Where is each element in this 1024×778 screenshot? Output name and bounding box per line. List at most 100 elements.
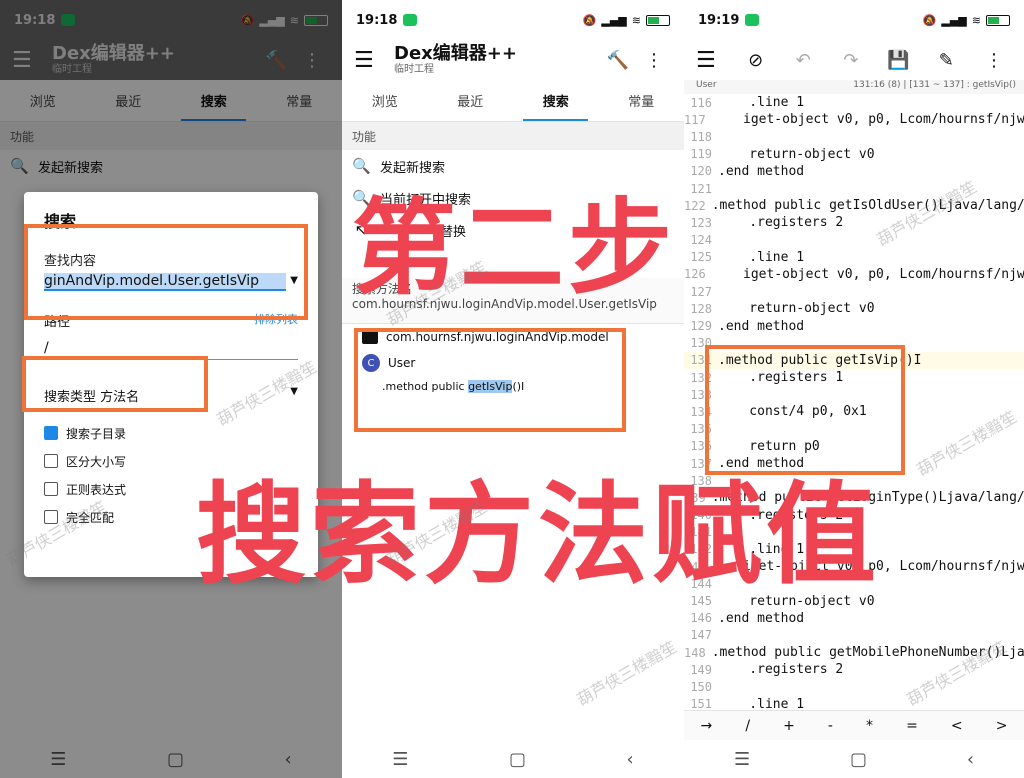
- annotation-box-find: [24, 224, 308, 320]
- signal-icon: ▂▄▆: [941, 13, 967, 27]
- annotation-box-result: [354, 328, 626, 432]
- code-line[interactable]: 120 .end method: [684, 163, 1024, 180]
- line-number: 120: [690, 164, 712, 179]
- line-number: 117: [684, 112, 706, 127]
- line-number: 148: [684, 645, 706, 660]
- line-text: .registers 2: [718, 662, 844, 678]
- wifi-icon: ≋: [971, 13, 981, 27]
- line-text: .registers 2: [718, 215, 844, 231]
- menu-icon[interactable]: ☰: [696, 48, 726, 73]
- line-number: 127: [690, 284, 712, 299]
- code-line[interactable]: 119 return-object v0: [684, 146, 1024, 163]
- code-line[interactable]: 124: [684, 232, 1024, 249]
- breadcrumb-class: User: [696, 80, 717, 90]
- symbol-key-bar: → / + - * = < >: [684, 710, 1024, 740]
- status-bar: 19:18 🔕 ▂▄▆ ≋: [342, 0, 684, 40]
- line-text: iget-object v0, p0, Lcom/hournsf/njwu/lo…: [742, 112, 1024, 128]
- line-text: .end method: [718, 610, 805, 626]
- home-icon[interactable]: ▢: [850, 749, 867, 770]
- code-line[interactable]: 127: [684, 283, 1024, 300]
- symbol-key[interactable]: >: [996, 718, 1008, 734]
- app-title: Dex编辑器++: [394, 43, 517, 64]
- code-line[interactable]: 146 .end method: [684, 610, 1024, 627]
- redo-icon[interactable]: ↷: [833, 50, 869, 71]
- editor-toolbar: ☰ ⊘ ↶ ↷ 💾 ✎ ⋮: [684, 40, 1024, 80]
- status-time: 19:19: [698, 12, 740, 28]
- line-text: .end method: [718, 163, 805, 179]
- symbol-key[interactable]: =: [906, 718, 918, 734]
- status-icons: 🔕 ▂▄▆ ≋: [923, 14, 1010, 27]
- start-search-label: 发起新搜索: [380, 160, 446, 176]
- line-text: return-object v0: [718, 301, 875, 317]
- code-line[interactable]: 126 iget-object v0, p0, Lcom/hournsf/njw…: [684, 266, 1024, 283]
- annotation-box-type: [22, 356, 208, 412]
- back-icon[interactable]: ‹: [627, 749, 634, 770]
- app-subtitle: 临时工程: [394, 64, 434, 75]
- line-number: 128: [690, 301, 712, 316]
- checkbox-checked-icon[interactable]: [44, 426, 58, 440]
- hammer-icon[interactable]: 🔨: [600, 50, 636, 71]
- battery-icon: [646, 14, 670, 26]
- symbol-key[interactable]: -: [828, 718, 833, 734]
- line-text: .end method: [718, 318, 805, 334]
- recents-icon[interactable]: ☰: [734, 749, 750, 770]
- compass-icon[interactable]: ⊘: [738, 50, 774, 71]
- symbol-key[interactable]: *: [866, 718, 873, 734]
- tab-bar: 浏览 最近 搜索 常量: [342, 80, 684, 122]
- signal-icon: ▂▄▆: [601, 13, 627, 27]
- caption-title: 搜索方法赋值: [196, 471, 880, 599]
- line-number: 129: [690, 319, 712, 334]
- line-number: 121: [690, 181, 712, 196]
- line-text: .line 1: [718, 249, 805, 265]
- back-icon[interactable]: ‹: [967, 749, 974, 770]
- option-label: 区分大小写: [66, 454, 127, 469]
- symbol-key[interactable]: +: [783, 718, 795, 734]
- symbol-key[interactable]: <: [951, 718, 963, 734]
- mute-icon: 🔕: [582, 13, 597, 27]
- line-text: .line 1: [718, 95, 805, 111]
- code-line[interactable]: 117 iget-object v0, p0, Lcom/hournsf/njw…: [684, 111, 1024, 128]
- code-line[interactable]: 122 .method public getIsOldUser()Ljava/la…: [684, 197, 1024, 214]
- line-number: 149: [690, 662, 712, 677]
- more-vert-icon[interactable]: ⋮: [976, 50, 1012, 71]
- breadcrumb: User 131:16 (8) | [131 ~ 137] : getIsVip(…: [684, 80, 1024, 94]
- tab-search[interactable]: 搜索: [513, 80, 599, 121]
- code-line[interactable]: 147: [684, 627, 1024, 644]
- home-icon[interactable]: ▢: [509, 749, 526, 770]
- checkbox-icon[interactable]: [44, 482, 58, 496]
- status-bar: 19:19 🔕 ▂▄▆ ≋: [684, 0, 1024, 40]
- message-icon: [745, 14, 760, 26]
- section-header: 功能: [342, 122, 684, 150]
- undo-icon[interactable]: ↶: [785, 50, 821, 71]
- checkbox-icon[interactable]: [44, 454, 58, 468]
- option-subdirs[interactable]: 搜索子目录: [44, 419, 298, 447]
- line-number: 119: [690, 147, 712, 162]
- tab-browse[interactable]: 浏览: [342, 80, 428, 121]
- message-icon: [403, 14, 418, 26]
- code-line[interactable]: 116 .line 1: [684, 94, 1024, 111]
- recents-icon[interactable]: ☰: [392, 749, 408, 770]
- more-vert-icon[interactable]: ⋮: [636, 50, 672, 71]
- code-line[interactable]: 129 .end method: [684, 317, 1024, 334]
- code-line[interactable]: 118: [684, 128, 1024, 145]
- line-text: .method public getIsOldUser()Ljava/lang/…: [711, 198, 1024, 214]
- line-number: 126: [684, 267, 706, 282]
- symbol-key[interactable]: /: [745, 718, 750, 734]
- symbol-key[interactable]: →: [701, 718, 713, 734]
- battery-icon: [986, 14, 1010, 26]
- edit-pencil-icon[interactable]: ✎: [928, 50, 964, 71]
- line-number: 118: [690, 129, 712, 144]
- save-icon[interactable]: 💾: [881, 50, 917, 71]
- code-line[interactable]: 128 return-object v0: [684, 300, 1024, 317]
- code-line[interactable]: 150: [684, 678, 1024, 695]
- code-line[interactable]: 123 .registers 2: [684, 214, 1024, 231]
- line-number: 150: [690, 679, 712, 694]
- tab-constants[interactable]: 常量: [599, 80, 685, 121]
- line-number: 116: [690, 95, 712, 110]
- status-time: 19:18: [356, 12, 398, 28]
- tab-recent[interactable]: 最近: [428, 80, 514, 121]
- line-number: 122: [684, 198, 706, 213]
- start-search-row[interactable]: 🔍 发起新搜索: [342, 150, 684, 182]
- menu-icon[interactable]: ☰: [354, 48, 384, 73]
- code-line[interactable]: 125 .line 1: [684, 249, 1024, 266]
